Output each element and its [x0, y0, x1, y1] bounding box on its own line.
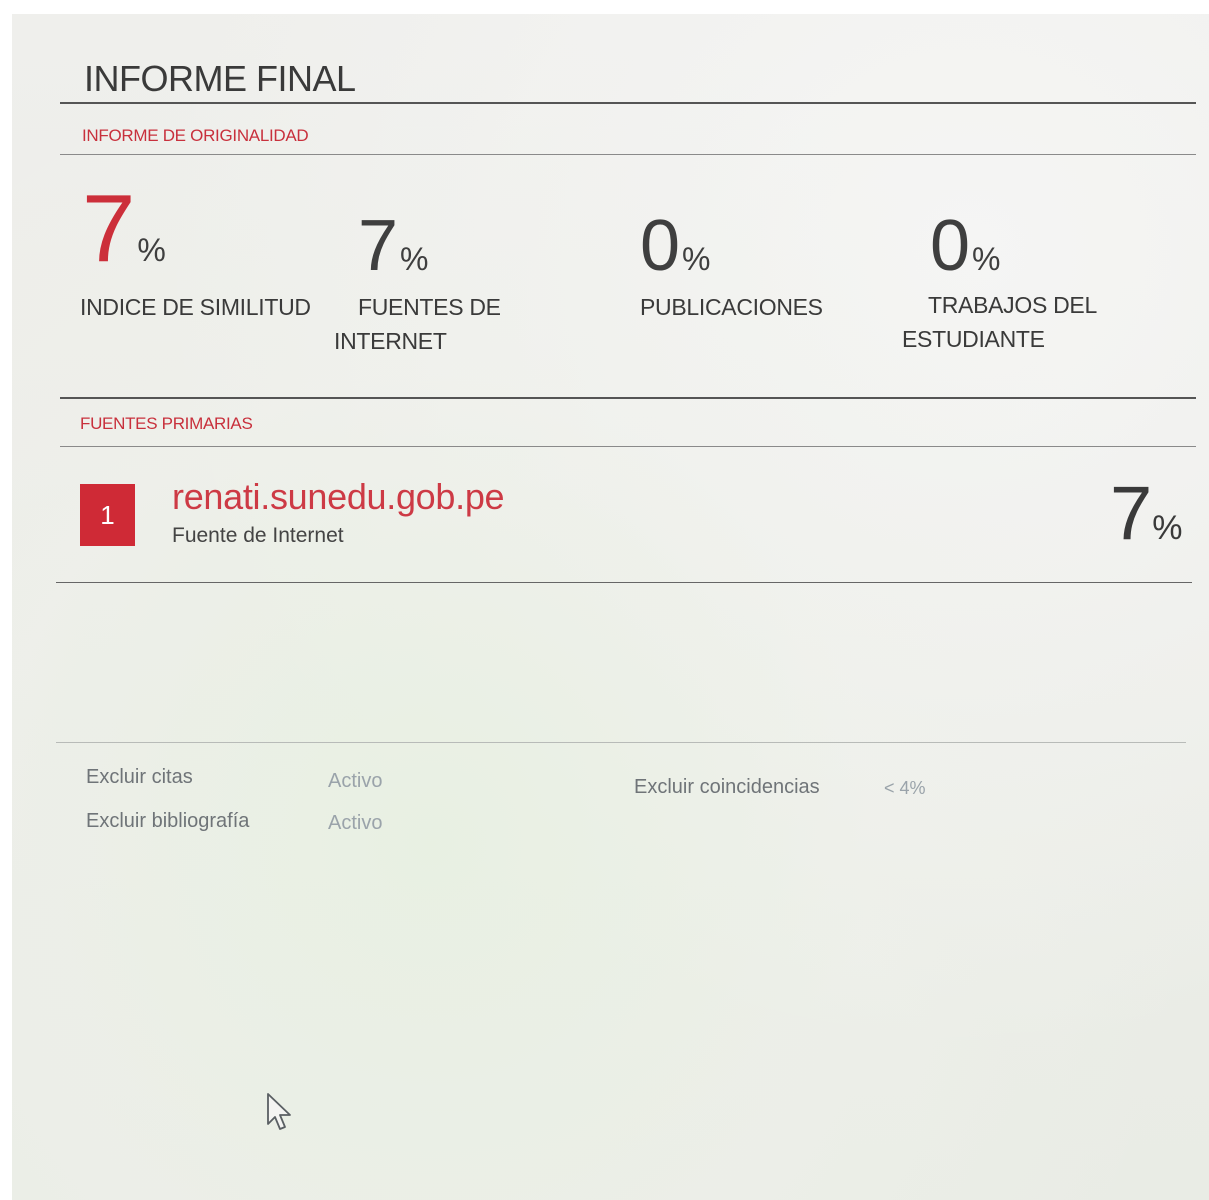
exclude-quotes-label: Excluir citas — [86, 766, 193, 788]
exclude-bibliography-label: Excluir bibliografía — [86, 810, 250, 832]
publications-label: PUBLICACIONES — [640, 290, 823, 324]
source-type-label: Fuente de Internet — [172, 524, 344, 547]
report-screen: INFORME FINAL INFORME DE ORIGINALIDAD 7%… — [12, 14, 1209, 1200]
publications-stat: 0% — [640, 210, 711, 282]
source-percentage-unit: % — [1152, 509, 1183, 547]
student-papers-label: TRABAJOS DEL ESTUDIANTE — [902, 288, 1097, 356]
publications-label-line: PUBLICACIONES — [640, 294, 823, 320]
internet-sources-label-line-1: FUENTES DE — [358, 294, 501, 320]
settings-divider — [56, 742, 1186, 743]
stats-divider — [60, 397, 1196, 399]
student-papers-label-line-1: TRABAJOS DEL — [928, 292, 1097, 318]
student-papers-unit: % — [972, 241, 1001, 277]
source-percentage-value: 7 — [1110, 471, 1153, 556]
internet-sources-label: FUENTES DE INTERNET — [334, 290, 501, 358]
internet-sources-label-line-2: INTERNET — [334, 328, 447, 354]
primary-sources-divider — [60, 446, 1196, 447]
similarity-index-stat: 7% — [82, 181, 166, 277]
student-papers-label-line-2: ESTUDIANTE — [902, 326, 1045, 352]
primary-sources-label: FUENTES PRIMARIAS — [80, 414, 253, 433]
internet-sources-unit: % — [400, 241, 429, 277]
source-percentage: 7% — [1110, 476, 1183, 552]
originality-divider — [60, 154, 1196, 155]
source-rank-badge: 1 — [80, 484, 135, 546]
exclude-matches-value: < 4% — [884, 778, 926, 798]
mouse-pointer-icon — [267, 1093, 291, 1130]
source-row-divider — [56, 582, 1192, 583]
source-name-link[interactable]: renati.sunedu.gob.pe — [172, 476, 505, 518]
originality-section-label: INFORME DE ORIGINALIDAD — [82, 126, 309, 145]
student-papers-stat: 0% — [930, 210, 1001, 282]
similarity-index-unit: % — [137, 232, 166, 268]
internet-sources-value: 7 — [358, 206, 399, 286]
similarity-index-value: 7 — [82, 175, 136, 282]
internet-sources-stat: 7% — [358, 210, 429, 282]
similarity-index-label-line: INDICE DE SIMILITUD — [80, 294, 311, 320]
exclude-bibliography-value: Activo — [328, 812, 383, 834]
student-papers-value: 0 — [930, 206, 971, 286]
exclude-matches-label: Excluir coincidencias — [634, 776, 820, 798]
page-title: INFORME FINAL — [84, 58, 356, 99]
publications-value: 0 — [640, 206, 681, 286]
exclude-quotes-value: Activo — [328, 770, 383, 792]
title-divider — [60, 102, 1196, 104]
publications-unit: % — [682, 241, 711, 277]
similarity-index-label: INDICE DE SIMILITUD — [80, 290, 311, 324]
